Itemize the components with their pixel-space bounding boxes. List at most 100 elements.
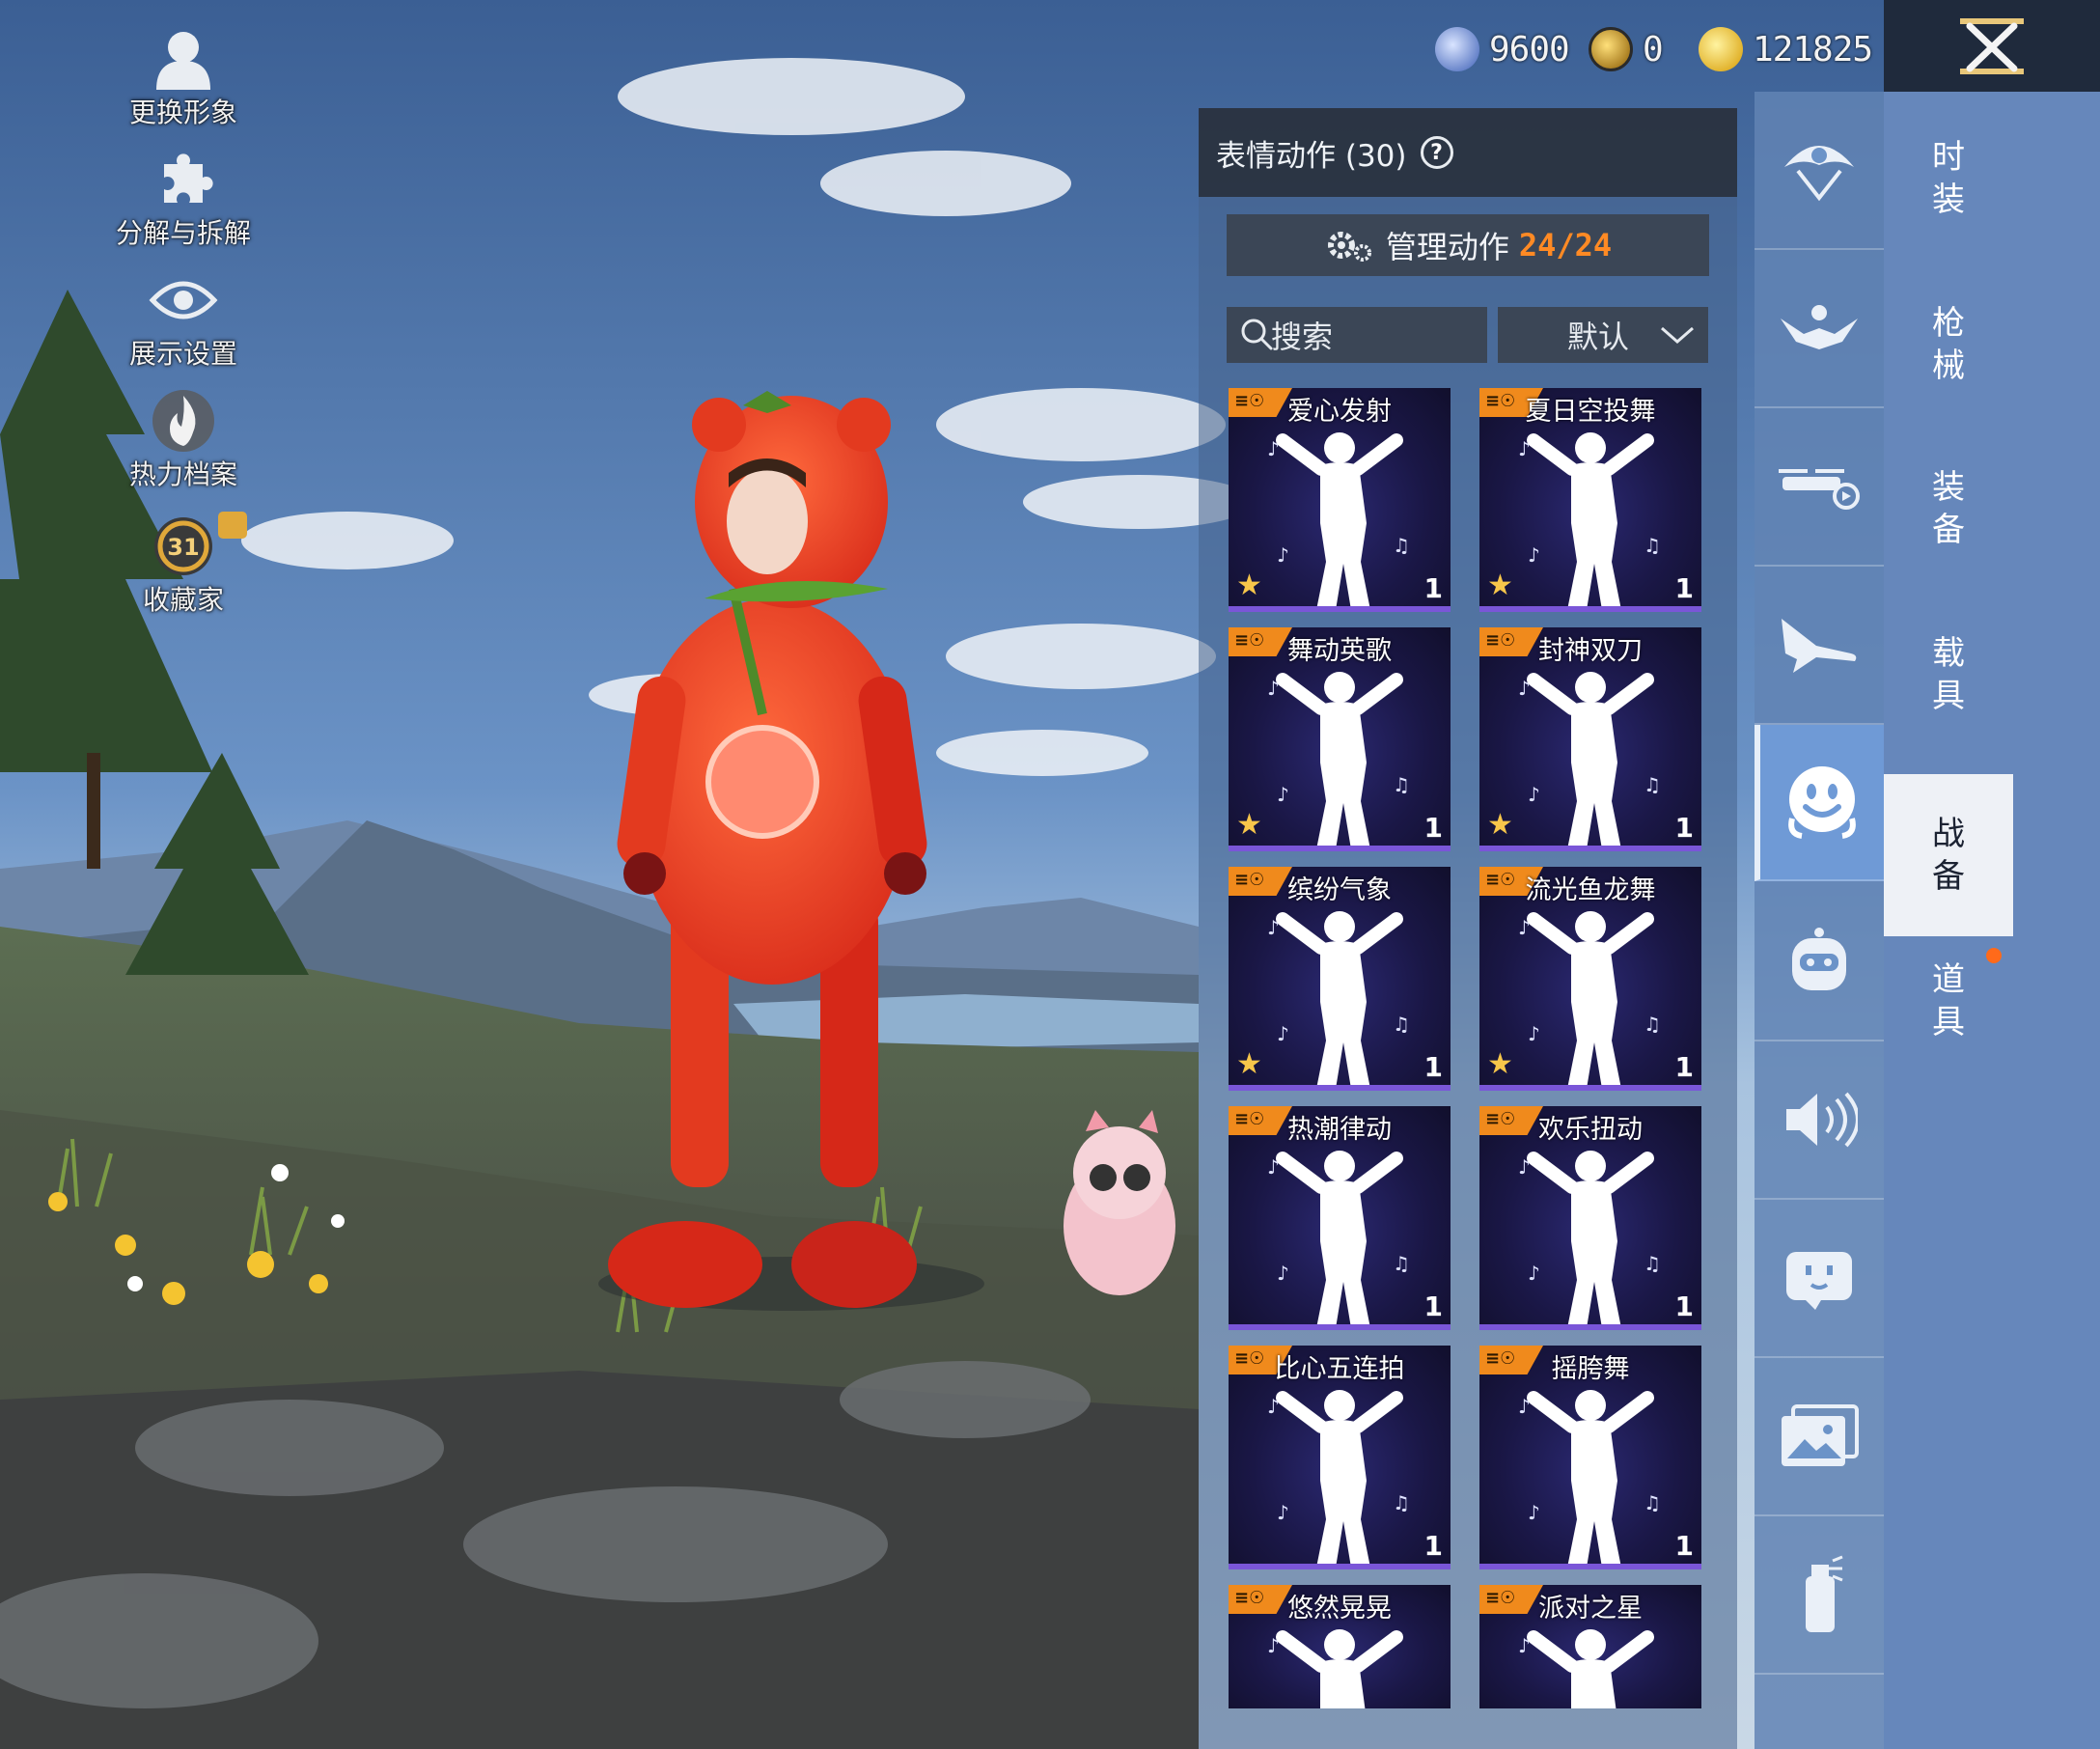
companion-robot-icon: [1792, 928, 1846, 990]
svg-text:♪: ♪: [1277, 1262, 1289, 1285]
svg-text:♫: ♫: [1644, 534, 1661, 557]
emote-name: 爱心发射: [1287, 397, 1392, 427]
svg-text:♪: ♪: [1267, 916, 1280, 939]
emote-card[interactable]: ♪ ♫ ♪ ≡☉ 欢乐扭动 1: [1479, 1106, 1701, 1330]
emote-card[interactable]: ♪♫♪≡☉派对之星: [1479, 1585, 1701, 1708]
rarity-bar: [1479, 1085, 1701, 1091]
emote-card[interactable]: ♪ ♫ ♪ ≡☉ 封神双刀 ★ 1: [1479, 627, 1701, 851]
sort-dropdown[interactable]: 默认: [1498, 307, 1708, 363]
tab-label-char: 战: [1932, 815, 1965, 853]
category-parachute[interactable]: [1755, 92, 1884, 250]
svg-text:♪: ♪: [1267, 677, 1280, 700]
display-settings-button[interactable]: 展示设置: [106, 265, 261, 372]
category-voice[interactable]: [1755, 1041, 1884, 1200]
category-skydive[interactable]: [1755, 250, 1884, 408]
emote-card[interactable]: ♪ ♫ ♪ ≡☉ 摇胯舞 1: [1479, 1346, 1701, 1569]
svg-text:♫: ♫: [1644, 773, 1661, 796]
emote-card[interactable]: ♪ ♫ ♪ ≡☉ 舞动英歌 ★ 1: [1229, 627, 1451, 851]
gear-icon: [1327, 232, 1371, 262]
currency-gold: 0: [1589, 21, 1664, 77]
help-icon[interactable]: ?: [1420, 136, 1453, 169]
svg-text:♫: ♫: [1644, 1491, 1661, 1514]
heat-profile-button[interactable]: 热力档案: [106, 386, 261, 492]
change-avatar-button[interactable]: 更换形象: [106, 24, 261, 130]
star-icon: ★: [1236, 1047, 1262, 1081]
avatar-icon: [156, 32, 210, 90]
emote-card[interactable]: ♪ ♫ ♪ ≡☉ 爱心发射 ★ 1: [1229, 388, 1451, 612]
tab-4[interactable]: 战备: [1884, 774, 2013, 936]
close-icon: [1960, 17, 2024, 74]
search-placeholder: 搜索: [1271, 319, 1334, 355]
svg-text:♪: ♪: [1277, 783, 1289, 806]
collector-label: 收藏家: [142, 584, 224, 616]
tab-3[interactable]: 载具: [1884, 612, 2013, 737]
category-chat[interactable]: [1755, 1200, 1884, 1358]
drone-icon: [1779, 469, 1860, 510]
emote-face-icon: [1788, 766, 1856, 839]
category-spray[interactable]: [1755, 1516, 1884, 1675]
svg-text:♪: ♪: [1518, 916, 1531, 939]
svg-text:♫: ♫: [1393, 1252, 1410, 1275]
emote-quantity: 1: [1423, 1530, 1443, 1562]
heat-profile-label: 热力档案: [128, 458, 237, 490]
close-button[interactable]: [1884, 0, 2100, 92]
rarity-bar: [1479, 606, 1701, 612]
star-icon: ★: [1487, 569, 1513, 602]
emote-quantity: 1: [1423, 1051, 1443, 1083]
tab-1[interactable]: 枪械: [1884, 282, 2013, 407]
tab-label-char: 具: [1932, 677, 1965, 715]
dismantle-button[interactable]: 分解与拆解: [106, 145, 261, 251]
emote-quantity: 1: [1674, 812, 1694, 844]
emote-card[interactable]: ♪ ♫ ♪ ≡☉ 比心五连拍 1: [1229, 1346, 1451, 1569]
category-photo[interactable]: [1755, 1358, 1884, 1516]
category-companion[interactable]: [1755, 883, 1884, 1041]
category-airplane[interactable]: [1755, 567, 1884, 725]
rarity-bar: [1479, 846, 1701, 851]
svg-text:♫: ♫: [1644, 1013, 1661, 1036]
emote-card[interactable]: ♪ ♫ ♪ ≡☉ 缤纷气象 ★ 1: [1229, 867, 1451, 1091]
collector-button[interactable]: 31 收藏家: [106, 512, 261, 618]
svg-text:♪: ♪: [1528, 1022, 1540, 1045]
search-input[interactable]: 搜索: [1227, 307, 1487, 363]
emote-card[interactable]: ♪♫♪≡☉悠然晃晃: [1229, 1585, 1451, 1708]
emote-quantity: 1: [1423, 572, 1443, 604]
category-drone[interactable]: [1755, 408, 1884, 567]
svg-text:♪: ♪: [1518, 677, 1531, 700]
category-emote[interactable]: [1755, 725, 1884, 881]
emote-name: 欢乐扭动: [1538, 1115, 1643, 1145]
manage-emotes-count: 24/24: [1518, 227, 1613, 264]
svg-text:♪: ♪: [1518, 1634, 1531, 1657]
tab-label-char: 时: [1932, 138, 1965, 177]
emote-card[interactable]: ♪ ♫ ♪ ≡☉ 热潮律动 1: [1229, 1106, 1451, 1330]
tab-label-char: 装: [1932, 468, 1965, 507]
svg-text:♫: ♫: [1393, 773, 1410, 796]
manage-emotes-button[interactable]: 管理动作 24/24: [1227, 214, 1709, 276]
emote-name: 派对之星: [1538, 1594, 1643, 1624]
category-column: [1755, 92, 1884, 1749]
svg-text:♫: ♫: [1393, 1013, 1410, 1036]
svg-text:♪: ♪: [1518, 1155, 1531, 1179]
svg-text:♫: ♫: [1393, 1491, 1410, 1514]
svg-text:♫: ♫: [1393, 534, 1410, 557]
dismantle-label: 分解与拆解: [115, 217, 251, 249]
tab-label-char: 备: [1932, 857, 1965, 896]
tab-2[interactable]: 装备: [1884, 446, 2013, 571]
svg-text:♪: ♪: [1518, 437, 1531, 460]
emote-card[interactable]: ♪ ♫ ♪ ≡☉ 夏日空投舞 ★ 1: [1479, 388, 1701, 612]
svg-text:♪: ♪: [1267, 1634, 1280, 1657]
gift-icon: [218, 512, 247, 539]
emote-name: 比心五连拍: [1274, 1354, 1405, 1384]
emote-card[interactable]: ♪ ♫ ♪ ≡☉ 流光鱼龙舞 ★ 1: [1479, 867, 1701, 1091]
currency-lightning: 121825: [1699, 21, 1873, 77]
rarity-bar: [1229, 1324, 1451, 1330]
photo-icon: [1782, 1404, 1859, 1466]
airplane-icon: [1782, 619, 1857, 673]
notification-dot: [1986, 948, 2002, 963]
tab-0[interactable]: 时装: [1884, 116, 2013, 241]
svg-text:♪: ♪: [1277, 1022, 1289, 1045]
rarity-bar: [1229, 606, 1451, 612]
currency-token: 9600: [1435, 21, 1570, 77]
emote-quantity: 1: [1674, 572, 1694, 604]
star-icon: ★: [1236, 569, 1262, 602]
emote-quantity: 1: [1423, 812, 1443, 844]
